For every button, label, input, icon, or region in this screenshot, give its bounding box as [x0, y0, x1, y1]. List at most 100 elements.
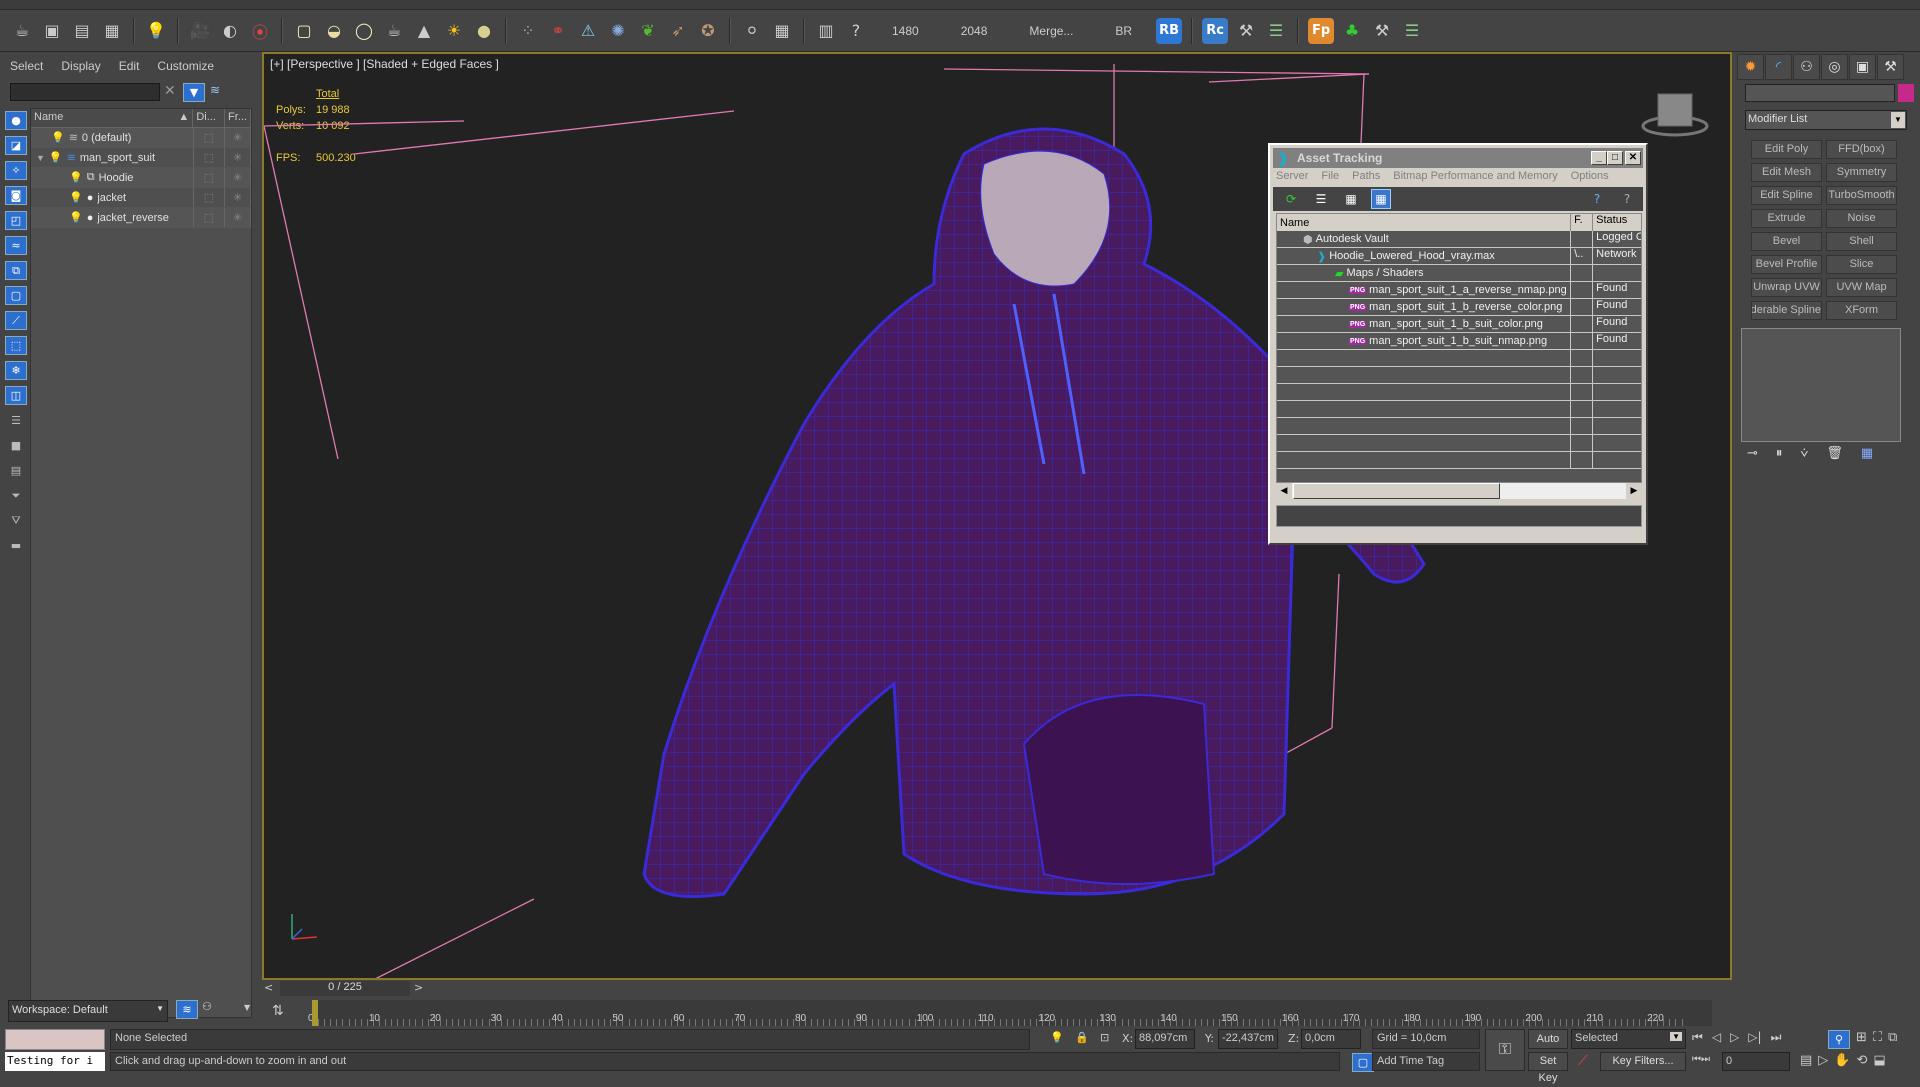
display-frozen-icon[interactable]: ❄ [5, 361, 27, 380]
close-button[interactable]: ✕ [1625, 151, 1641, 165]
table-view-icon[interactable]: ▦ [1371, 189, 1391, 209]
freeze-icon[interactable]: ✳ [225, 128, 251, 147]
column-display[interactable]: Di... [193, 109, 226, 127]
modifier-button-renderable-spline[interactable]: Renderable Spline [1751, 301, 1822, 320]
go-to-end-icon[interactable]: ⏭ [1771, 1030, 1782, 1045]
display-xrefs-icon[interactable]: ▢ [5, 286, 27, 305]
menu-options[interactable]: Options [1571, 170, 1609, 182]
set-key-mode-key-icon[interactable]: ⚿ [1485, 1029, 1525, 1071]
filter-options-icon[interactable]: ▬ [5, 536, 27, 555]
make-unique-icon[interactable]: ⩒ [1800, 446, 1808, 461]
zoom-extents-icon[interactable]: ⛶ [1873, 1030, 1882, 1049]
column-name[interactable]: Name [1277, 214, 1572, 231]
isolate-selection-icon[interactable]: 💡 [1050, 1031, 1064, 1044]
material-sphere-icon[interactable]: ⚪ [740, 19, 764, 43]
pan-view-icon[interactable]: ✋ [1834, 1053, 1850, 1068]
modifier-button-xform[interactable]: XForm [1826, 301, 1897, 320]
ornatrix-icon[interactable]: ✪ [696, 19, 720, 43]
dome-light-icon[interactable]: ◒ [322, 19, 346, 43]
zoom-icon[interactable]: ⚲ [1828, 1030, 1850, 1049]
show-end-result-icon[interactable]: ⏸ [1776, 446, 1783, 461]
maximize-viewport-icon[interactable]: ⬓ [1873, 1053, 1885, 1068]
next-key-icon[interactable]: ▷| [1748, 1030, 1761, 1045]
sort-by-hierarchy-icon[interactable]: ⚇ [202, 1000, 212, 1013]
render-setup-icon[interactable]: ☕ [10, 19, 34, 43]
display-lights-icon[interactable]: ✧ [5, 161, 27, 180]
rb-button[interactable]: RB [1156, 17, 1183, 44]
proxy-icon[interactable]: ⁘ [516, 19, 540, 43]
menu-customize[interactable]: Customize [157, 59, 214, 73]
help-icon[interactable]: ? [844, 19, 868, 43]
orbit-icon[interactable]: ⟲ [1856, 1053, 1867, 1068]
auto-key-button[interactable]: Auto Key [1528, 1029, 1568, 1063]
selection-lock-icon[interactable]: 🔒 [1075, 1031, 1089, 1044]
object-name-input[interactable] [1745, 84, 1895, 102]
key-mode-toggle-icon[interactable]: ⏮⏭ [1692, 1054, 1710, 1065]
display-hidden-icon[interactable]: ◫ [5, 386, 27, 405]
menu-file[interactable]: File [1321, 170, 1339, 182]
molecule-icon[interactable]: ⚭ [546, 19, 570, 43]
freeze-icon[interactable]: ✳ [225, 188, 251, 207]
viewcube-icon[interactable] [1640, 84, 1710, 144]
freeze-icon[interactable]: ✳ [225, 168, 251, 187]
list-view-icon[interactable]: ☰ [1311, 189, 1331, 209]
go-to-start-icon[interactable]: ⏮ [1692, 1030, 1703, 1045]
display-spacewarps-icon[interactable]: ≈ [5, 236, 27, 255]
fur-icon[interactable]: ✺ [606, 19, 630, 43]
br-button[interactable]: BR [1097, 24, 1150, 38]
cone-icon[interactable]: ▲ [412, 19, 436, 43]
modifier-button-symmetry[interactable]: Symmetry [1826, 163, 1897, 182]
modifier-button-bevel-profile[interactable]: Bevel Profile [1751, 255, 1822, 274]
display-box-icon[interactable]: ⬚ [194, 168, 226, 187]
menu-paths[interactable]: Paths [1352, 170, 1380, 182]
horizontal-scrollbar[interactable]: ◀ ▶ [1276, 483, 1642, 499]
modifier-button-slice[interactable]: Slice [1826, 255, 1897, 274]
key-tangent-icon[interactable]: ⟋ [1578, 1053, 1588, 1069]
sphere-light-icon[interactable]: ◯ [352, 19, 376, 43]
column-status[interactable]: Status [1593, 214, 1641, 231]
chevron-down-icon[interactable]: ▼ [244, 1003, 250, 1012]
teapot-icon[interactable]: ☕ [382, 19, 406, 43]
asset-row[interactable]: PNG man_sport_suit_1_a_reverse_nmap.png F… [1277, 282, 1641, 299]
modifier-button-extrude[interactable]: Extrude [1751, 209, 1822, 228]
material-editor-icon[interactable]: ▦ [770, 19, 794, 43]
zoom-extents-all-icon[interactable]: ⧉ [1888, 1030, 1897, 1049]
column-f[interactable]: F. [1571, 214, 1594, 231]
display-cameras-icon[interactable]: ◙ [5, 186, 27, 205]
display-all-icon[interactable]: ☰ [5, 411, 27, 430]
visibility-bulb-icon[interactable]: 💡 [49, 151, 63, 164]
merge-button[interactable]: Merge... [1011, 24, 1091, 38]
modifier-button-uvw-map[interactable]: UVW Map [1826, 278, 1897, 297]
menu-select[interactable]: Select [10, 59, 43, 73]
help-icon[interactable]: ? [1587, 189, 1607, 209]
plane-light-icon[interactable]: ▢ [292, 19, 316, 43]
key-filters-button[interactable]: Key Filters... [1600, 1052, 1686, 1071]
display-helpers-icon[interactable]: ◰ [5, 211, 27, 230]
display-groups-icon[interactable]: ⧉ [5, 261, 27, 280]
scrollbar-thumb[interactable] [1293, 483, 1500, 499]
thumbnail-view-icon[interactable]: ▦ [1341, 189, 1361, 209]
minimize-button[interactable]: _ [1591, 151, 1607, 165]
modifier-list-dropdown[interactable]: Modifier List ▼ [1745, 110, 1907, 130]
modifier-button-unwrap-uvw[interactable]: Unwrap UVW [1751, 278, 1822, 297]
time-configuration-icon[interactable]: ▤ [1800, 1053, 1812, 1068]
clear-search-icon[interactable]: ✕ [164, 83, 176, 99]
toolbar-value-1480[interactable]: 1480 [874, 24, 937, 38]
asset-row[interactable]: ▰ Maps / Shaders [1277, 265, 1641, 282]
help-disabled-icon[interactable]: ? [1617, 189, 1637, 209]
modifier-button-edit-spline[interactable]: Edit Spline [1751, 186, 1822, 205]
rc-button[interactable]: Rc [1202, 17, 1229, 44]
curve-editor-icon[interactable]: ⇅ [272, 1003, 284, 1019]
absolute-mode-icon[interactable]: ⊡ [1100, 1031, 1109, 1044]
modifier-button-ffd-box[interactable]: FFD(box) [1826, 140, 1897, 159]
filter-selected-icon[interactable]: ⛛ [5, 511, 27, 530]
current-frame-input[interactable]: 0 [1722, 1052, 1790, 1071]
list-icon[interactable]: ☰ [1264, 19, 1288, 43]
modifier-button-shell[interactable]: Shell [1826, 232, 1897, 251]
physical-camera-icon[interactable]: ◐ [218, 19, 242, 43]
layer-options-icon[interactable]: ≋ [210, 83, 220, 97]
maxscript-mini-listener[interactable]: Testing for i [5, 1052, 105, 1071]
export-icon[interactable]: ▥ [814, 19, 838, 43]
scene-search-input[interactable] [10, 83, 160, 101]
tab-utilities-icon[interactable]: ⚒ [1877, 54, 1904, 80]
